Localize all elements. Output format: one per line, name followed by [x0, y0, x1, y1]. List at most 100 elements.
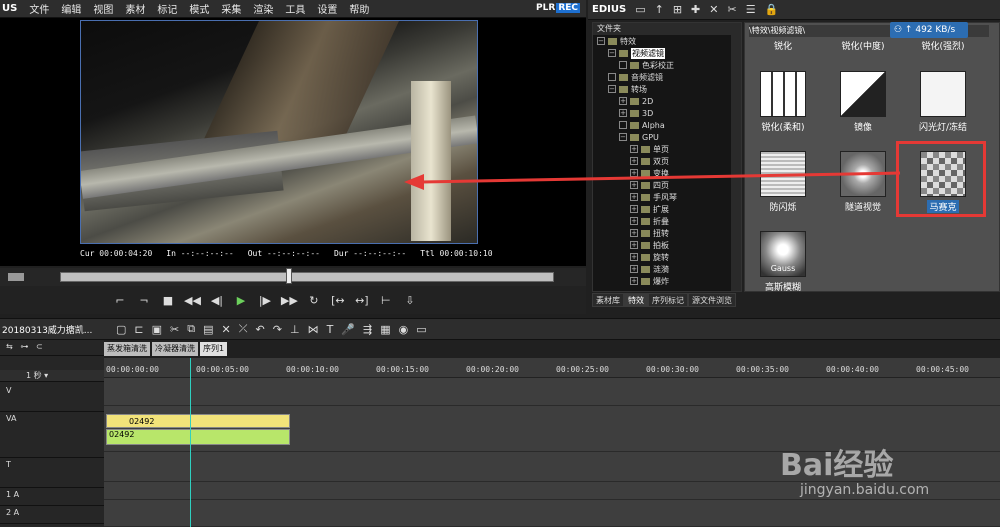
expand-toggle-icon[interactable]: − — [608, 49, 616, 57]
tree-item[interactable]: + 涟漪 — [593, 263, 741, 275]
split-icon[interactable]: ⋈ — [308, 323, 319, 336]
loop-icon[interactable]: ↻ — [306, 294, 322, 307]
expand-toggle-icon[interactable]: + — [630, 229, 638, 237]
rewind-icon[interactable]: ◀◀ — [184, 294, 201, 307]
redo-icon[interactable]: ↷ — [273, 323, 282, 336]
tab-markers[interactable]: 序列标记 — [648, 293, 688, 307]
tree-item[interactable]: 音频滤镜 — [593, 71, 741, 83]
menu-settings[interactable]: 设置 — [311, 1, 343, 16]
expand-toggle-icon[interactable]: + — [630, 253, 638, 261]
zoom-toggle-button[interactable] — [8, 273, 24, 281]
video-clip[interactable]: 02492 — [106, 414, 290, 428]
marker-icon[interactable]: ⊥ — [290, 323, 300, 336]
grid-icon[interactable]: ▦ — [380, 323, 390, 336]
save-icon[interactable]: ▣ — [152, 323, 162, 336]
effect-item[interactable]: 锐化(柔和) — [755, 71, 811, 133]
display-icon[interactable]: ▭ — [416, 323, 426, 336]
export-sequence-icon[interactable]: ⇶ — [363, 323, 372, 336]
seq-tab-1[interactable]: 蒸发箱清洗 — [104, 342, 150, 356]
record-icon[interactable]: ◉ — [399, 323, 409, 336]
expand-toggle-icon[interactable] — [619, 61, 627, 69]
timeline-ruler[interactable]: 00:00:00:00 00:00:05:00 00:00:10:00 00:00:1… — [104, 358, 1000, 378]
trim-icon[interactable]: ⊢ — [378, 294, 394, 307]
cut-icon[interactable]: ✂ — [727, 3, 736, 16]
tree-item[interactable]: + 扭转 — [593, 227, 741, 239]
step-forward-icon[interactable]: |▶ — [257, 294, 273, 307]
open-icon[interactable]: ⊏ — [134, 323, 143, 336]
tree-item[interactable]: − 转场 — [593, 83, 741, 95]
effect-item[interactable]: Gauss 高斯模糊 — [755, 231, 811, 291]
expand-toggle-icon[interactable]: + — [619, 97, 627, 105]
lock-icon[interactable]: 🔒 — [765, 3, 779, 16]
tree-scrollbar[interactable] — [731, 35, 741, 291]
track-row-v[interactable] — [104, 378, 1000, 406]
tree-item[interactable]: + 拍板 — [593, 239, 741, 251]
tab-effects[interactable]: 特效 — [624, 293, 648, 307]
menu-capture[interactable]: 采集 — [215, 1, 247, 16]
expand-toggle-icon[interactable]: − — [608, 85, 616, 93]
stop-icon[interactable]: ■ — [160, 294, 176, 307]
expand-toggle-icon[interactable]: + — [630, 277, 638, 285]
scrub-track[interactable] — [60, 272, 554, 282]
view-icon[interactable]: ☰ — [746, 3, 756, 16]
tree-item[interactable]: 色彩校正 — [593, 59, 741, 71]
expand-toggle-icon[interactable]: + — [630, 193, 638, 201]
audio-clip[interactable]: 02492 — [106, 429, 290, 445]
insert-icon[interactable]: [↔ — [330, 294, 346, 307]
expand-toggle-icon[interactable]: + — [630, 241, 638, 249]
effect-item[interactable]: 锐化(强烈) — [915, 39, 971, 52]
new-icon[interactable]: ▢ — [116, 323, 126, 336]
menu-help[interactable]: 帮助 — [343, 1, 375, 16]
tree-item[interactable]: + 爆炸 — [593, 275, 741, 287]
mark-out-icon[interactable]: ¬ — [136, 294, 152, 307]
menu-view[interactable]: 视图 — [87, 1, 119, 16]
tree-item[interactable]: + 双页 — [593, 155, 741, 167]
fast-forward-icon[interactable]: ▶▶ — [281, 294, 298, 307]
expand-toggle-icon[interactable]: − — [597, 37, 605, 45]
track-header-va[interactable]: VA — [0, 412, 104, 458]
paste-icon[interactable]: ▤ — [203, 323, 213, 336]
expand-toggle-icon[interactable]: + — [630, 265, 638, 273]
menu-render[interactable]: 渲染 — [247, 1, 279, 16]
expand-toggle-icon[interactable] — [619, 121, 627, 129]
overwrite-icon[interactable]: ↔] — [354, 294, 370, 307]
expand-toggle-icon[interactable]: + — [619, 109, 627, 117]
track-header-v[interactable]: V — [0, 384, 104, 412]
menu-edit[interactable]: 编辑 — [55, 1, 87, 16]
ripple-delete-icon[interactable]: ⤫ — [239, 322, 248, 336]
undo-icon[interactable]: ↶ — [256, 323, 265, 336]
scrub-handle[interactable] — [286, 268, 292, 284]
step-back-icon[interactable]: ◀| — [209, 294, 225, 307]
effect-item[interactable]: 镜像 — [835, 71, 891, 133]
scale-select[interactable]: 1 秒 ▾ — [0, 370, 104, 382]
menu-marker[interactable]: 标记 — [151, 1, 183, 16]
effect-item[interactable]: 闪光灯/冻结 — [915, 71, 971, 133]
track-row-2a[interactable] — [104, 500, 1000, 527]
delete-icon[interactable]: ✕ — [222, 323, 231, 336]
tab-source-browser[interactable]: 源文件浏览 — [688, 293, 736, 307]
expand-toggle-icon[interactable]: + — [630, 217, 638, 225]
header-tools[interactable]: ⇆ ⊶ ⊂ — [0, 342, 104, 356]
track-header-2a[interactable]: 2 A — [0, 506, 104, 524]
expand-toggle-icon[interactable]: + — [630, 205, 638, 213]
tab-bin[interactable]: 素材库 — [592, 293, 624, 307]
up-icon[interactable]: ↑ — [655, 3, 664, 16]
effect-item[interactable]: 锐化(中度) — [835, 39, 891, 52]
tree-item[interactable]: + 旋转 — [593, 251, 741, 263]
track-header-t[interactable]: T — [0, 458, 104, 488]
menu-mode[interactable]: 模式 — [183, 1, 215, 16]
add-icon[interactable]: ✚ — [691, 3, 700, 16]
scrub-bar[interactable] — [0, 268, 586, 286]
title-icon[interactable]: T — [327, 323, 334, 336]
tree-item[interactable]: − 特效 — [593, 35, 741, 47]
copy-icon[interactable]: ⧉ — [187, 322, 195, 336]
expand-toggle-icon[interactable]: + — [630, 157, 638, 165]
mic-icon[interactable]: 🎤 — [341, 323, 355, 336]
tree-item[interactable]: +3D — [593, 107, 741, 119]
mark-in-icon[interactable]: ⌐ — [112, 294, 128, 307]
folder-tree[interactable]: 文件夹 − 特效 − 视频滤镜 色彩校正 音频滤镜 − 转场 +2D +3D Alpha − GPU + 单… — [592, 22, 742, 292]
cut-clip-icon[interactable]: ✂ — [170, 323, 179, 336]
tree-item[interactable]: − GPU — [593, 131, 741, 143]
expand-toggle-icon[interactable] — [608, 73, 616, 81]
menu-clip[interactable]: 素材 — [119, 1, 151, 16]
